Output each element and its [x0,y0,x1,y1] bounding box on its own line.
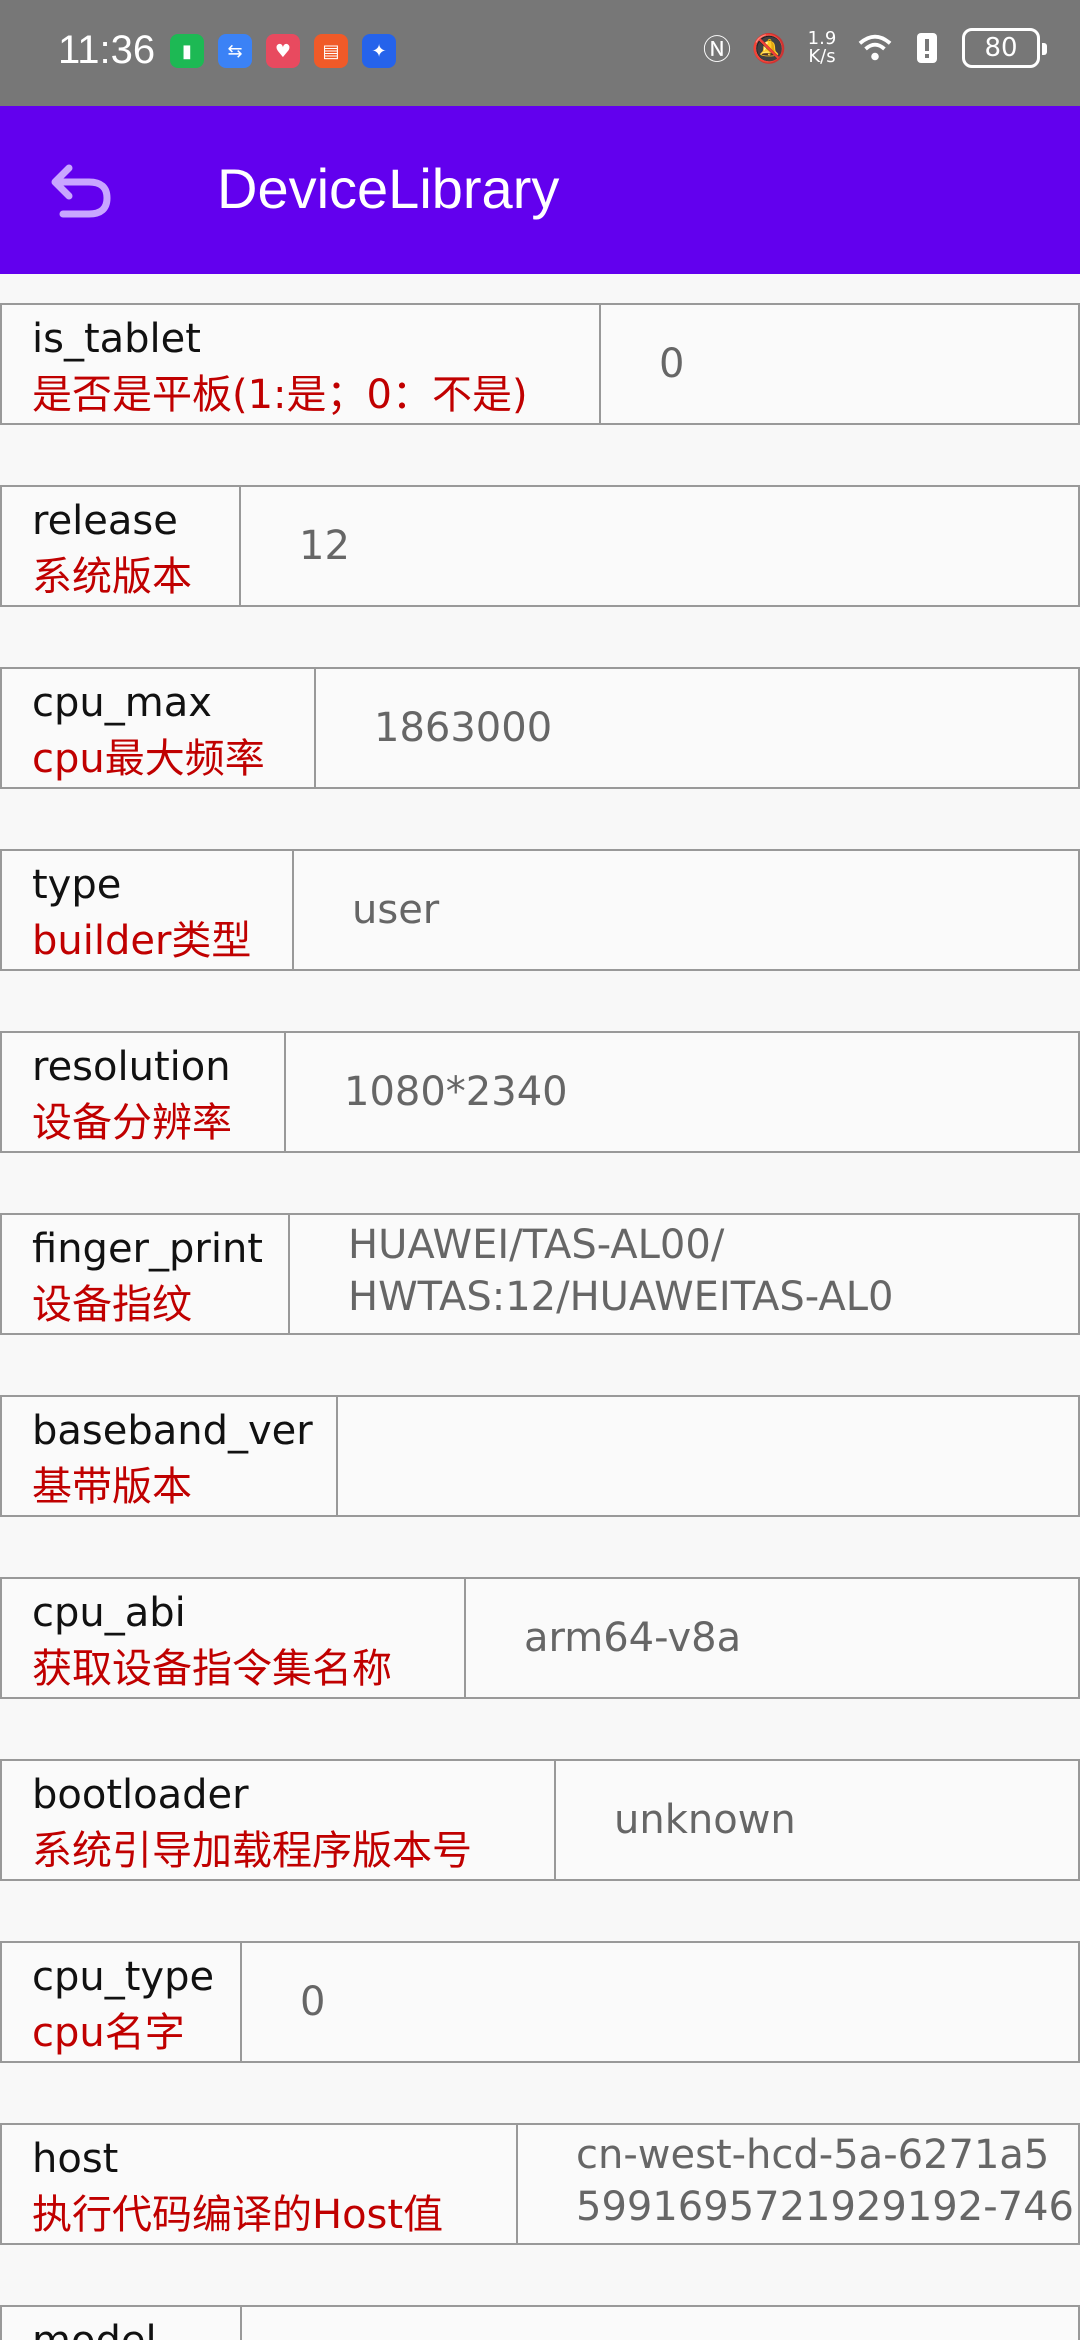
mute-icon: 🔕 [751,31,787,65]
row-value: 0 [601,303,1080,425]
row-key-cell: bootloader 系统引导加载程序版本号 [0,1759,556,1881]
row-value: 1080*2340 [286,1031,1080,1153]
row-key: is_tablet [32,316,201,362]
row-value: user [294,849,1080,971]
row-desc: cpu名字 [32,2010,185,2056]
row-desc: cpu最大频率 [32,736,265,782]
row-value: unknown [556,1759,1080,1881]
back-button[interactable] [40,150,120,230]
row-key-cell: is_tablet 是否是平板(1:是；0：不是) [0,303,601,425]
notification-icons: ▮ ⇆ ♥ ▤ ✦ [170,34,396,68]
row-value: 0 [242,1941,1080,2063]
wifi-icon [858,31,892,65]
page-title: DeviceLibrary [217,157,560,220]
nfc-icon: Ⓝ [702,33,731,66]
app-bar: DeviceLibrary [0,106,1080,274]
row-key-cell: resolution 设备分辨率 [0,1031,286,1153]
row-desc: 执行代码编译的Host值 [32,2192,444,2238]
list-item: baseband_ver 基带版本 [0,1395,1080,1517]
tips-icon: ✦ [362,34,396,68]
row-key-cell: type builder类型 [0,849,294,971]
row-desc: 获取设备指令集名称 [32,1646,392,1692]
row-key: type [32,862,122,908]
speed-unit: K/s [808,46,836,67]
list-item: cpu_type cpu名字 0 [0,1941,1080,2063]
list-item: finger_print 设备指纹 HUAWEI/TAS-AL00/ HWTAS… [0,1213,1080,1335]
list-item: bootloader 系统引导加载程序版本号 unknown [0,1759,1080,1881]
row-value: 1863000 [316,667,1080,789]
row-desc: 是否是平板(1:是；0：不是) [32,372,528,418]
system-icons: Ⓝ 🔕 1.9 K/s 80 [700,28,1047,68]
huawei-app-icon: ♥ [266,34,300,68]
row-key-cell: cpu_max cpu最大频率 [0,667,316,789]
row-key: model [32,2313,222,2340]
row-key: finger_print [32,1226,263,1272]
list-item: cpu_max cpu最大频率 1863000 [0,667,1080,789]
list-item: model [0,2305,1080,2340]
row-key: cpu_type [32,1954,215,2000]
row-desc: 系统引导加载程序版本号 [32,1828,472,1874]
row-desc: 系统版本 [32,554,192,600]
row-key: release [32,498,178,544]
row-key: resolution [32,1044,231,1090]
row-key-cell: finger_print 设备指纹 [0,1213,290,1335]
battery-indicator: 80 [962,28,1047,68]
network-speed: 1.9 K/s [804,30,840,66]
row-key: cpu_max [32,680,212,726]
row-key: host [32,2136,119,2182]
status-bar: 11:36 ▮ ⇆ ♥ ▤ ✦ Ⓝ 🔕 1.9 K/s 80 [0,0,1080,106]
row-desc: 设备指纹 [32,1282,192,1328]
row-value [242,2305,1080,2340]
row-desc: 设备分辨率 [32,1100,232,1146]
row-key: bootloader [32,1772,249,1818]
row-value: HUAWEI/TAS-AL00/ HWTAS:12/HUAWEITAS-AL0 [290,1213,1080,1335]
row-key-cell: cpu_abi 获取设备指令集名称 [0,1577,466,1699]
usb-icon: ⇆ [218,34,252,68]
back-arrow-icon [51,164,111,218]
row-key: cpu_abi [32,1590,186,1636]
row-key-cell: release 系统版本 [0,485,241,607]
row-key-cell: cpu_type cpu名字 [0,1941,242,2063]
list-item: release 系统版本 12 [0,485,1080,607]
status-time: 11:36 [58,28,156,72]
row-key-cell: host 执行代码编译的Host值 [0,2123,518,2245]
list-item: cpu_abi 获取设备指令集名称 arm64-v8a [0,1577,1080,1699]
row-value: cn-west-hcd-5a-6271a5 5991695721929192-7… [518,2123,1080,2245]
row-value: 12 [241,485,1080,607]
battery-app-icon: ▮ [170,34,204,68]
alert-icon [910,31,944,65]
row-key-cell: baseband_ver 基带版本 [0,1395,338,1517]
screen-record-icon: ▤ [314,34,348,68]
row-value [338,1395,1080,1517]
list-item: host 执行代码编译的Host值 cn-west-hcd-5a-6271a5 … [0,2123,1080,2245]
list-item: type builder类型 user [0,849,1080,971]
list-item: resolution 设备分辨率 1080*2340 [0,1031,1080,1153]
row-key-cell: model [0,2305,242,2340]
row-value: arm64-v8a [466,1577,1080,1699]
row-desc: 基带版本 [32,1464,192,1510]
row-key: baseband_ver [32,1408,313,1454]
list-item: is_tablet 是否是平板(1:是；0：不是) 0 [0,303,1080,425]
row-desc: builder类型 [32,918,252,964]
